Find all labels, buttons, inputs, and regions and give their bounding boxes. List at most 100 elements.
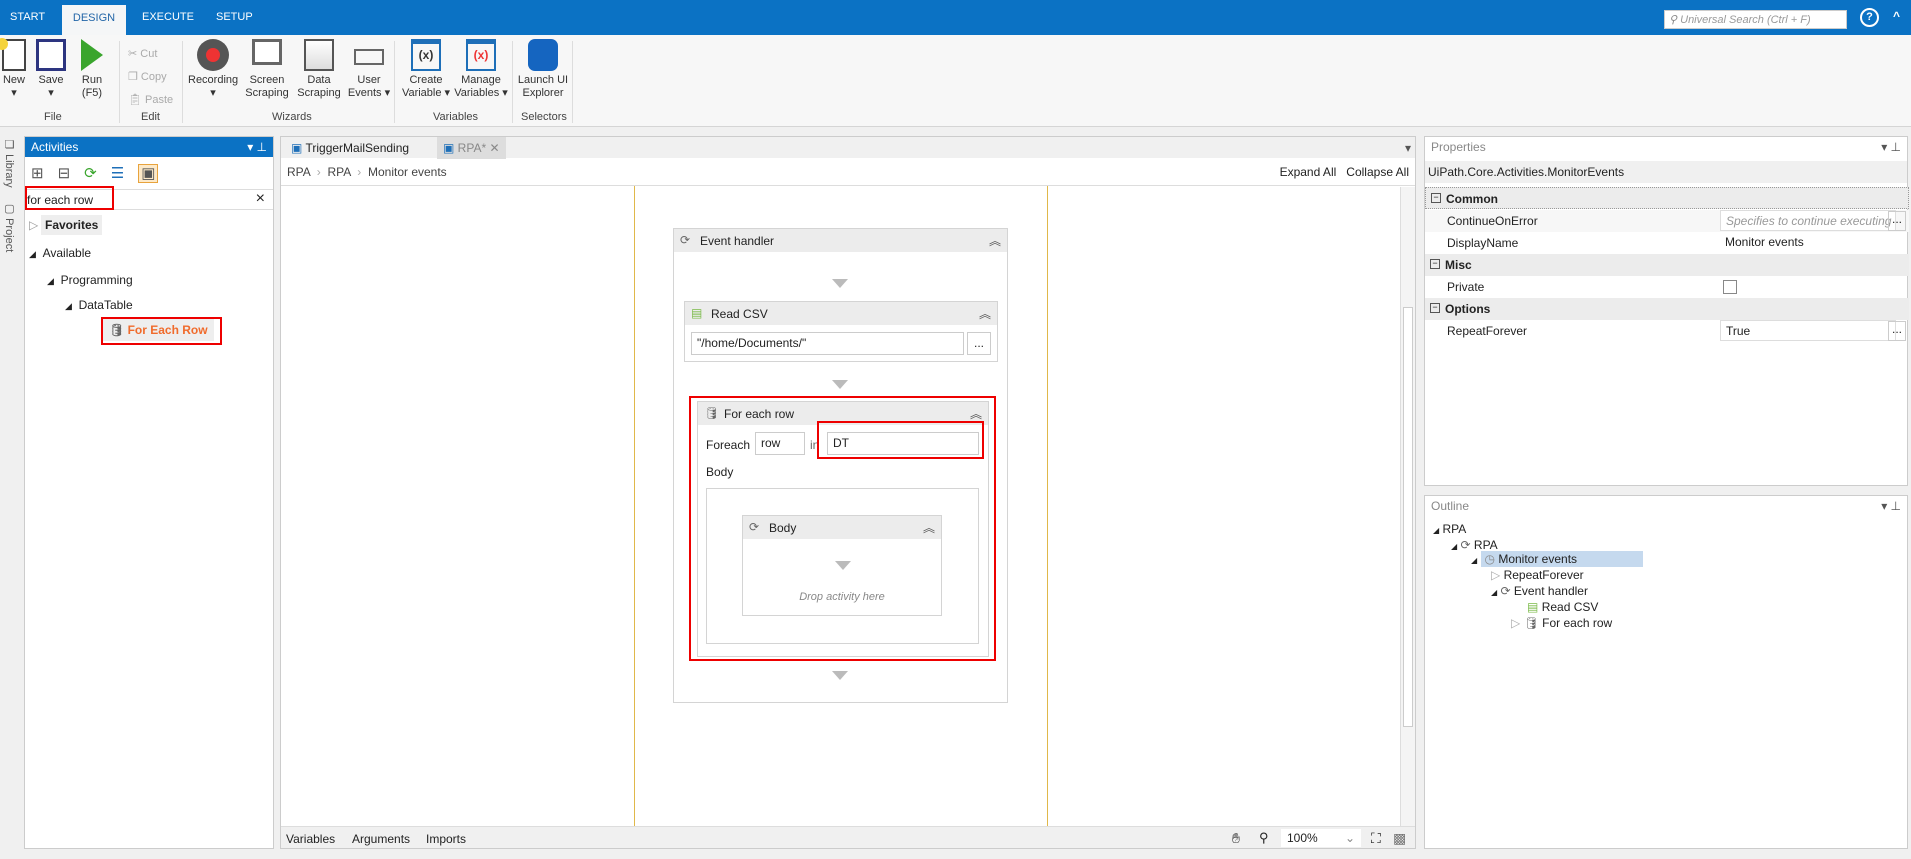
collapsed-arrow-icon[interactable]: ▷ [29,218,38,232]
pin-icon[interactable]: ▾ ⊥ [1881,140,1901,154]
expanded-arrow-icon[interactable]: ◢ [1491,588,1497,597]
universal-search-input[interactable]: ⚲ Universal Search (Ctrl + F) [1664,10,1847,29]
clear-search-icon[interactable]: × [256,190,265,208]
expand-all-link[interactable]: Expand All [1280,165,1337,179]
expand-all-icon[interactable]: ⊞ [31,165,58,182]
expanded-arrow-icon[interactable]: ◢ [1471,556,1477,565]
collapse-icon[interactable]: − [1430,259,1440,269]
property-row: RepeatForever True... [1425,320,1909,342]
breadcrumb-item[interactable]: RPA [327,165,350,179]
list-icon[interactable]: ☰ [111,165,138,182]
collapse-icon[interactable]: − [1431,193,1441,203]
collapse-all-link[interactable]: Collapse All [1346,165,1409,179]
paste-icon: 📋︎ [128,94,146,106]
category-misc[interactable]: − Misc [1425,254,1909,276]
available-icon[interactable]: ▣ [138,164,159,183]
data-scraping-button[interactable]: Data Scraping [296,39,342,100]
paste-button[interactable]: 📋︎ Paste [128,89,173,112]
browse-button[interactable]: ... [967,332,991,355]
imports-panel-button[interactable]: Imports [426,832,466,846]
tab-rpa[interactable]: ▣ RPA* ✕ [437,137,506,159]
private-checkbox[interactable] [1723,280,1737,294]
tab-execute[interactable]: EXECUTE [142,11,194,23]
file-path-input[interactable]: "/home/Documents/" [691,332,964,355]
category-options[interactable]: − Options [1425,298,1909,320]
new-button[interactable]: New ▾ [0,38,28,100]
tab-setup[interactable]: SETUP [216,11,253,23]
expanded-arrow-icon[interactable]: ◢ [29,249,36,259]
copy-button[interactable]: ❐ Copy [128,66,173,89]
manage-variables-button[interactable]: (x) Manage Variables ▾ [454,39,508,100]
outline-item[interactable]: RPA [1474,538,1498,552]
collapse-chevron-icon[interactable]: ︽ [979,305,991,322]
help-icon[interactable]: ? [1860,8,1879,27]
zoom-select[interactable]: 100% ⌄ [1281,829,1361,847]
screen-scraping-button[interactable]: Screen Scraping [244,39,290,100]
repeat-forever-input[interactable]: True [1720,320,1896,341]
collapse-icon[interactable]: − [1430,303,1440,313]
activities-panel: Activities ▾ ⊥ ⊞⊟⟳☰ ▣ for each row × ▷ Favo… [24,136,274,849]
sequence-icon: ⟳ [1500,584,1511,598]
outline-item[interactable]: Event handler [1514,584,1588,598]
breadcrumb-item[interactable]: RPA [287,165,310,179]
expanded-arrow-icon[interactable]: ◢ [65,301,72,311]
save-button[interactable]: Save ▾ [34,39,68,100]
outline-item[interactable]: RepeatForever [1504,568,1584,582]
variables-panel-button[interactable]: Variables [286,832,335,846]
project-tab[interactable]: ▢ Project [3,202,16,252]
library-tab[interactable]: ❏ Library [3,138,16,188]
close-tab-icon[interactable]: ✕ [489,141,499,155]
divider [182,41,183,123]
group-label-edit: Edit [141,111,160,123]
create-variable-button[interactable]: (x) Create Variable ▾ [400,39,452,100]
cut-button[interactable]: ✂ Cut [128,43,173,66]
fit-to-screen-icon[interactable]: ⛶ [1371,830,1381,847]
expanded-arrow-icon[interactable]: ◢ [1451,542,1457,551]
outline-item-selected[interactable]: ◷ Monitor events [1480,551,1644,567]
expanded-arrow-icon[interactable]: ◢ [47,276,54,286]
launch-ui-explorer-button[interactable]: Launch UI Explorer [516,39,570,100]
datatable-icon: 🛢︎ [1523,616,1539,630]
tree-item-favorites[interactable]: Favorites [41,215,103,235]
collapse-ribbon-icon[interactable]: ^ [1893,9,1900,23]
collapse-chevron-icon[interactable]: ︽ [989,232,1001,249]
continue-on-error-input[interactable]: Specifies to continue executing [1720,210,1896,231]
pin-icon[interactable]: ▾ ⊥ [1881,499,1901,513]
category-common[interactable]: − Common [1425,187,1909,209]
hand-pan-icon[interactable]: ✋︎ [1232,830,1240,847]
sequence-border [634,186,635,826]
recording-button[interactable]: Recording ▾ [188,39,238,100]
tree-item-programming[interactable]: Programming [61,273,133,287]
tab-triggermailsending[interactable]: ▣ TriggerMailSending [285,139,415,157]
outline-item[interactable]: For each row [1542,616,1612,630]
highlight-box [817,421,984,459]
outline-item[interactable]: RPA [1443,522,1467,536]
pin-icon[interactable]: ▾ ⊥ [247,140,267,154]
ellipsis-button[interactable]: ... [1888,321,1906,341]
ellipsis-button[interactable]: ... [1888,211,1906,231]
group-label-file: File [44,111,62,123]
collapsed-arrow-icon[interactable]: ▷ [1491,568,1500,582]
monitor-events-icon: ◷ [1484,552,1495,566]
arguments-panel-button[interactable]: Arguments [352,832,410,846]
display-name-input[interactable]: Monitor events [1720,232,1896,253]
read-csv-activity[interactable]: ▤ Read CSV ︽ "/home/Documents/" ... [684,301,998,362]
tabs-dropdown-icon[interactable]: ▾ [1405,141,1411,155]
user-events-button[interactable]: User Events ▾ [346,39,392,100]
outline-item[interactable]: Read CSV [1542,600,1599,614]
tab-start[interactable]: START [10,11,45,23]
collapsed-arrow-icon[interactable]: ▷ [1511,616,1520,630]
scrollbar-thumb[interactable] [1403,307,1413,727]
collapse-all-icon[interactable]: ⊟ [58,165,85,182]
overview-icon[interactable]: ▩ [1393,830,1406,847]
breadcrumb-item[interactable]: Monitor events [368,165,447,179]
run-button[interactable]: Run (F5) [76,39,108,100]
vertical-scrollbar[interactable] [1400,187,1415,827]
tree-item-datatable[interactable]: DataTable [79,298,133,312]
expanded-arrow-icon[interactable]: ◢ [1433,526,1439,535]
refresh-icon[interactable]: ⟳ [84,165,111,182]
zoom-search-icon[interactable]: ⚲ [1259,830,1269,846]
tree-item-available[interactable]: Available [43,246,91,260]
drop-arrow-icon [832,380,848,389]
tab-design[interactable]: DESIGN [62,5,126,35]
